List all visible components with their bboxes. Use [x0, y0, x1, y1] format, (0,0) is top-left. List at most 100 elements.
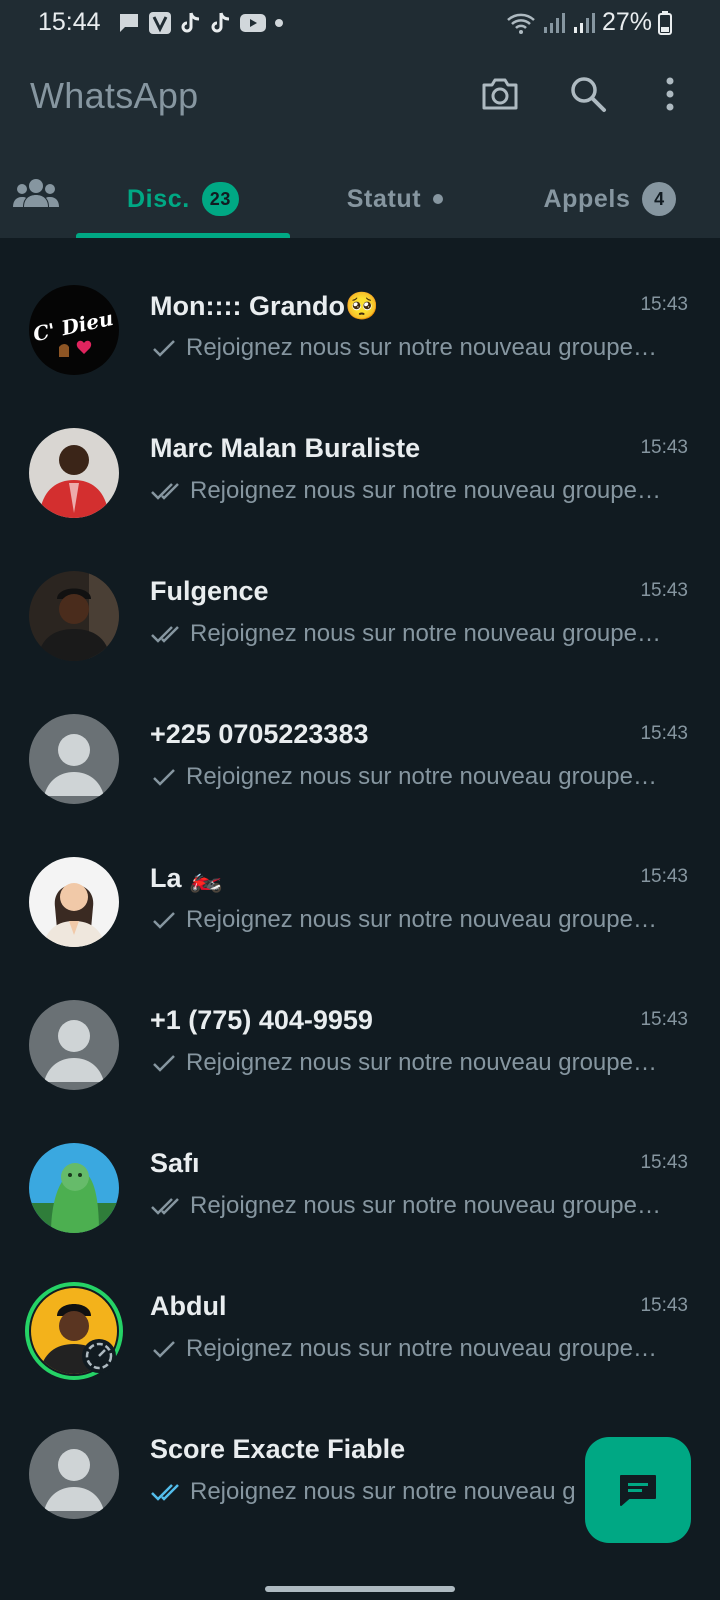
chat-name: Fulgence	[150, 576, 269, 606]
signal-icon	[573, 12, 595, 33]
tab-calls-label: Appels	[543, 184, 631, 213]
double-check-read-icon	[151, 1484, 179, 1501]
dot-icon	[275, 19, 283, 27]
status-time: 15:44	[38, 8, 101, 36]
search-icon	[571, 77, 606, 112]
status-bar: 15:44 27%	[0, 0, 720, 46]
chat-time: 15:43	[640, 1295, 688, 1316]
community-icon	[13, 179, 59, 207]
more-vert-icon	[666, 77, 674, 111]
battery-percent: 27%	[601, 8, 652, 36]
chat-row[interactable]: +1 (775) 404-9959 15:43 Rejoignez nous s…	[0, 967, 720, 1110]
chat-preview-text: Rejoignez nous sur notre nouveau groupe…	[190, 477, 661, 504]
tab-status[interactable]: Statut	[290, 160, 500, 238]
chat-time: 15:43	[640, 866, 688, 887]
chat-name: Abdul	[150, 1291, 227, 1321]
app-header: 15:44 27% WhatsApp Disc. 23 Statut Appel…	[0, 0, 720, 238]
chat-time: 15:43	[640, 437, 688, 458]
message-icon	[120, 14, 138, 32]
youtube-icon	[240, 14, 266, 32]
default-avatar-icon	[29, 1429, 119, 1519]
chat-preview-text: Rejoignez nous sur notre nouveau g	[190, 1478, 576, 1505]
tab-chats-label: Disc.	[127, 184, 190, 213]
new-chat-button[interactable]	[585, 1437, 691, 1543]
status-dot-icon	[433, 194, 444, 204]
active-tab-indicator	[76, 233, 290, 238]
chat-time: 15:43	[640, 1009, 688, 1030]
chat-preview: Rejoignez nous sur notre nouveau groupe…	[150, 620, 670, 648]
tiktok-icon	[181, 12, 200, 33]
unread-chats-badge: 23	[201, 182, 239, 216]
system-nav-bar	[0, 1562, 720, 1600]
chat-preview: Rejoignez nous sur notre nouveau groupe…	[150, 1335, 670, 1363]
chat-row[interactable]: Safı 15:43 Rejoignez nous sur notre nouv…	[0, 1110, 720, 1253]
chat-row[interactable]: Marc Malan Buraliste 15:43 Rejoignez nou…	[0, 395, 720, 538]
home-gesture-pill[interactable]	[265, 1586, 455, 1592]
double-check-icon	[151, 1198, 179, 1215]
chat-preview-text: Rejoignez nous sur notre nouveau groupe…	[186, 334, 657, 361]
chat-name: Safı	[150, 1148, 200, 1178]
chat-name: La 🏍️	[150, 863, 223, 893]
v-app-icon	[149, 12, 171, 34]
battery-icon	[658, 10, 672, 35]
chat-preview-text: Rejoignez nous sur notre nouveau groupe…	[186, 1049, 657, 1076]
avatar[interactable]	[29, 428, 119, 518]
single-check-icon	[153, 1341, 175, 1358]
chat-preview: Rejoignez nous sur notre nouveau groupe…	[150, 1192, 670, 1220]
avatar[interactable]	[29, 571, 119, 661]
avatar[interactable]	[29, 1000, 119, 1090]
default-avatar-icon	[29, 714, 119, 804]
status-right: 27%	[506, 8, 672, 37]
double-check-icon	[151, 626, 179, 643]
chat-name: +1 (775) 404-9959	[150, 1005, 373, 1035]
chat-row[interactable]: +225 0705223383 15:43 Rejoignez nous sur…	[0, 681, 720, 824]
tab-community[interactable]	[8, 170, 64, 216]
chat-name: Marc Malan Buraliste	[150, 433, 421, 463]
status-update-icon	[82, 1339, 116, 1373]
chat-preview-text: Rejoignez nous sur notre nouveau groupe…	[190, 1192, 661, 1219]
more-options-button[interactable]	[646, 70, 694, 118]
tiktok-icon	[211, 12, 230, 33]
tab-chats[interactable]: Disc. 23	[76, 160, 290, 238]
wifi-icon	[507, 13, 535, 34]
chat-row[interactable]: La 🏍️ 15:43 Rejoignez nous sur notre nou…	[0, 824, 720, 967]
chat-time: 15:43	[640, 723, 688, 744]
default-avatar-icon	[29, 1000, 119, 1090]
tab-calls[interactable]: Appels 4	[500, 160, 720, 238]
tab-status-label: Statut	[346, 184, 422, 213]
chat-preview-text: Rejoignez nous sur notre nouveau groupe…	[190, 620, 661, 647]
camera-button[interactable]	[476, 70, 524, 118]
single-check-icon	[153, 912, 175, 929]
chat-row[interactable]: Fulgence 15:43 Rejoignez nous sur notre …	[0, 538, 720, 681]
chat-row[interactable]: Abdul 15:43 Rejoignez nous sur notre nou…	[0, 1253, 720, 1396]
chat-preview-text: Rejoignez nous sur notre nouveau groupe…	[186, 763, 657, 790]
chat-name: Score Exacte Fiable	[150, 1434, 406, 1464]
chat-preview: Rejoignez nous sur notre nouveau groupe…	[150, 763, 670, 791]
chat-time: 15:43	[640, 294, 688, 315]
single-check-icon	[153, 769, 175, 786]
chat-name: Mon:::: Grando🥺	[150, 291, 379, 321]
chat-preview: Rejoignez nous sur notre nouveau groupe…	[150, 906, 670, 934]
chat-preview: Rejoignez nous sur notre nouveau groupe…	[150, 334, 670, 362]
chat-preview-text: Rejoignez nous sur notre nouveau groupe…	[186, 1335, 657, 1362]
chat-list: C' Dieu Mon:::: Grando🥺 15:43 Rejoignez …	[0, 252, 720, 1539]
single-check-icon	[153, 1055, 175, 1072]
chat-row[interactable]: C' Dieu Mon:::: Grando🥺 15:43 Rejoignez …	[0, 252, 720, 395]
search-button[interactable]	[564, 70, 612, 118]
chat-time: 15:43	[640, 580, 688, 601]
notification-icons	[118, 10, 284, 36]
avatar[interactable]	[29, 1429, 119, 1519]
avatar[interactable]: C' Dieu	[29, 285, 119, 375]
avatar[interactable]	[29, 1143, 119, 1233]
missed-calls-badge: 4	[642, 182, 677, 216]
double-check-icon	[151, 483, 179, 500]
chat-name: +225 0705223383	[150, 719, 369, 749]
chat-preview: Rejoignez nous sur notre nouveau groupe…	[150, 1049, 670, 1077]
avatar[interactable]	[29, 714, 119, 804]
camera-icon	[482, 78, 518, 110]
chat-preview-text: Rejoignez nous sur notre nouveau groupe…	[186, 906, 657, 933]
new-chat-icon	[620, 1475, 656, 1506]
avatar-with-status-ring[interactable]	[25, 1282, 123, 1380]
avatar[interactable]	[29, 857, 119, 947]
chat-preview: Rejoignez nous sur notre nouveau groupe…	[150, 477, 670, 505]
